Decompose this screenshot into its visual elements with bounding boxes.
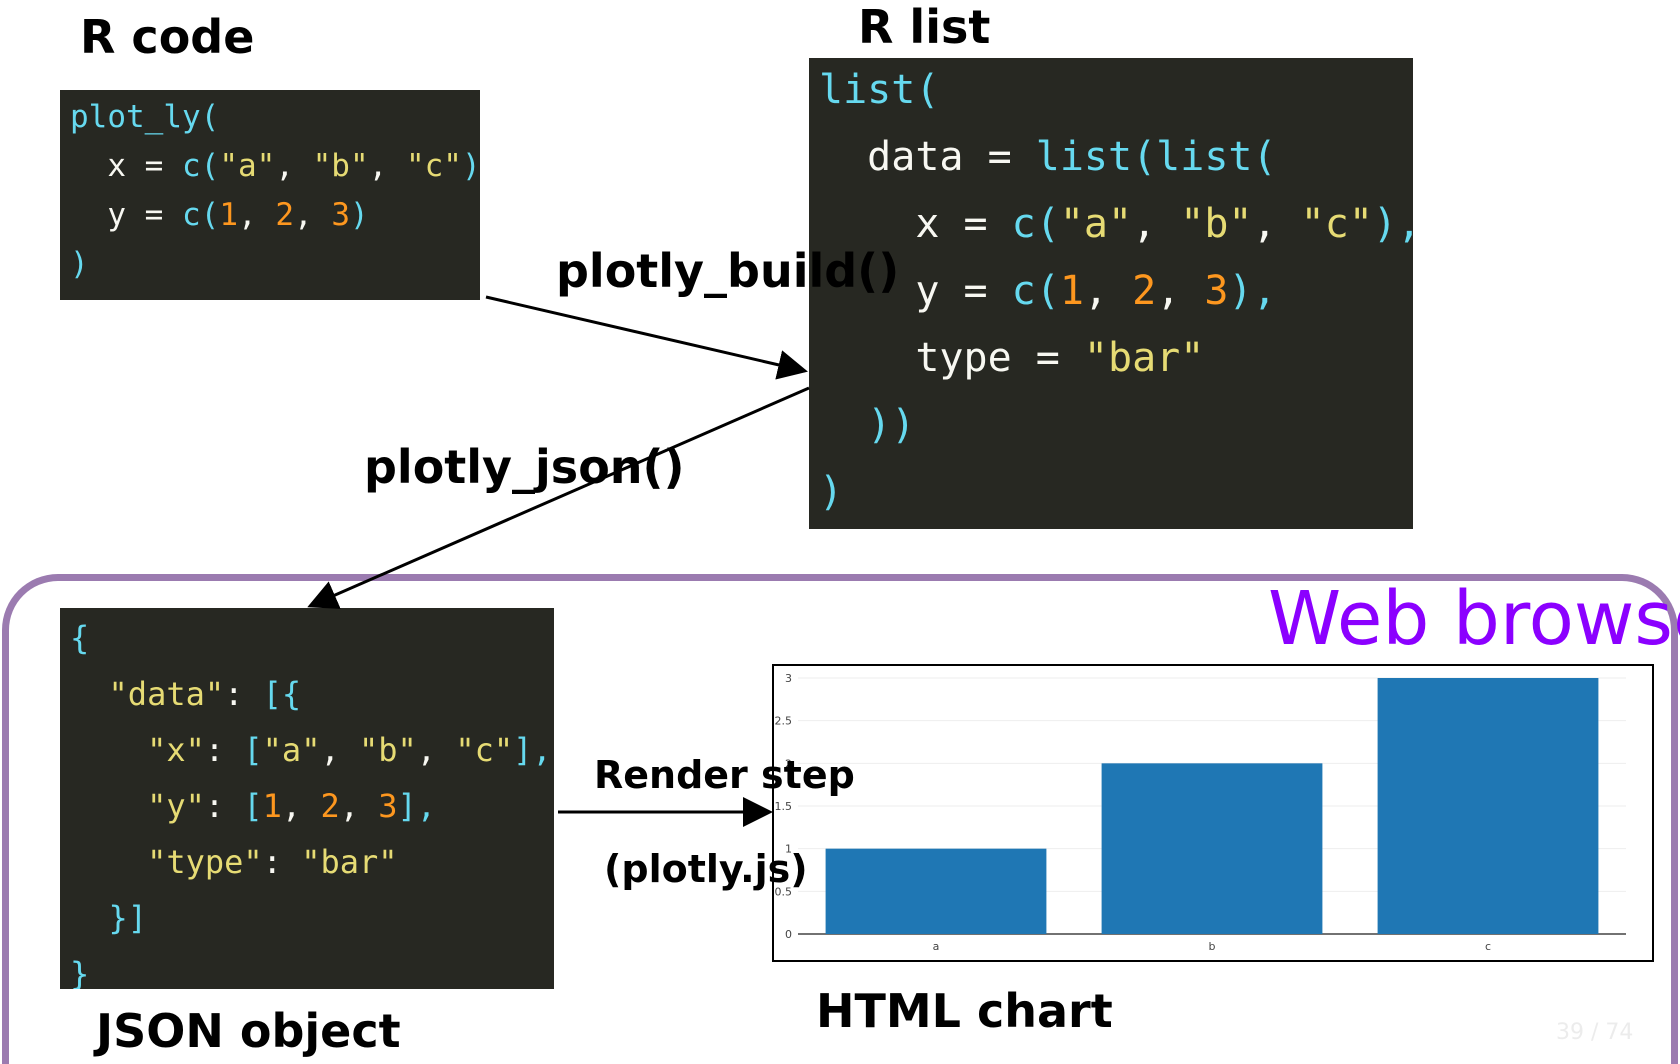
- plotly-json-label: plotly_json(): [364, 440, 685, 494]
- bar-chart-svg: 00.511.522.53a b c: [775, 672, 1626, 953]
- bar-c: [1377, 678, 1599, 934]
- code-token: ,: [1156, 268, 1205, 314]
- code-token: 3: [331, 197, 350, 233]
- code-token: 1: [1059, 268, 1084, 314]
- code-line: ): [70, 249, 89, 280]
- plotly-js-label: (plotly.js): [604, 847, 808, 891]
- code-line: )): [819, 405, 915, 445]
- x-tick-label: b: [1209, 940, 1216, 953]
- code-token: ,: [368, 148, 406, 184]
- code-token: ): [70, 246, 89, 282]
- code-token: plot_ly(: [70, 99, 220, 135]
- code-line: y = c(1, 2, 3): [70, 197, 369, 233]
- y-tick-label: 2.5: [775, 715, 793, 728]
- code-token: ): [819, 469, 844, 515]
- bar-b: [1101, 763, 1323, 934]
- code-token: ),: [461, 148, 480, 184]
- code-token: "b": [1180, 201, 1253, 247]
- code-token: ,: [237, 197, 276, 233]
- code-token: "a": [219, 148, 276, 184]
- code-token: type =: [819, 335, 1084, 381]
- code-token: "b": [312, 148, 369, 184]
- code-token: x =: [70, 148, 182, 184]
- code-token: ,: [275, 148, 313, 184]
- code-token: "bar": [1083, 335, 1205, 381]
- code-token: c(: [1011, 201, 1060, 247]
- x-tick-label: c: [1485, 940, 1491, 953]
- render-step-label: Render step: [594, 753, 855, 797]
- code-token: data =: [819, 134, 1036, 180]
- code-token: 3: [1204, 268, 1229, 314]
- r-list-panel: list( data = list(list( x = c("a", "b", …: [809, 58, 1413, 529]
- code-line: ): [819, 472, 843, 512]
- code-token: "c": [1300, 201, 1373, 247]
- code-token: )): [819, 402, 916, 448]
- bar-a: [825, 848, 1047, 934]
- code-token: y =: [70, 197, 182, 233]
- arrow-r-code-to-r-list: [485, 295, 808, 380]
- code-line: data = list(list(: [819, 134, 1277, 180]
- code-token: c(: [1011, 268, 1060, 314]
- code-token: x =: [819, 201, 1012, 247]
- code-token: ,: [1132, 201, 1181, 247]
- code-token: "a": [1059, 201, 1133, 247]
- code-token: list(list(: [1035, 134, 1277, 180]
- y-tick-label: 1.5: [775, 800, 793, 813]
- code-line: x = c("a", "b", "c"),: [70, 151, 480, 182]
- code-line: x = c("a", "b", "c"),: [819, 204, 1413, 244]
- code-line: type = "bar": [819, 338, 1204, 378]
- code-token: ,: [1083, 268, 1133, 314]
- code-token: list(: [819, 67, 940, 113]
- code-token: 2: [1132, 268, 1157, 314]
- diagram-canvas: R code R list JSON object HTML chart plo…: [0, 0, 1680, 1064]
- code-line: list(: [819, 70, 939, 110]
- code-token: ,: [293, 197, 332, 233]
- code-token: c(: [181, 197, 220, 233]
- code-token: ),: [1228, 268, 1277, 314]
- code-token: "c": [405, 148, 462, 184]
- code-token: ): [349, 197, 369, 233]
- y-tick-label: 0: [785, 928, 792, 941]
- page-number: 39 / 74: [1556, 1020, 1634, 1045]
- code-token: 2: [275, 197, 294, 233]
- code-token: ,: [1252, 201, 1301, 247]
- web-browser-label: Web browser: [1268, 576, 1680, 662]
- r-code-panel: plot_ly( x = c("a", "b", "c"), y = c(1, …: [60, 90, 480, 300]
- y-tick-label: 3: [785, 672, 792, 685]
- code-token: 1: [219, 197, 238, 233]
- plotly-build-label: plotly_build(): [556, 244, 900, 298]
- r-list-heading: R list: [858, 0, 991, 54]
- r-code-heading: R code: [80, 10, 255, 64]
- code-token: c(: [181, 148, 220, 184]
- code-line: plot_ly(: [70, 102, 219, 133]
- html-chart: 0 0.5 1 1.5 2 2.5 3 a b c: [772, 664, 1654, 962]
- x-tick-label: a: [933, 940, 940, 953]
- code-token: ),: [1372, 201, 1413, 247]
